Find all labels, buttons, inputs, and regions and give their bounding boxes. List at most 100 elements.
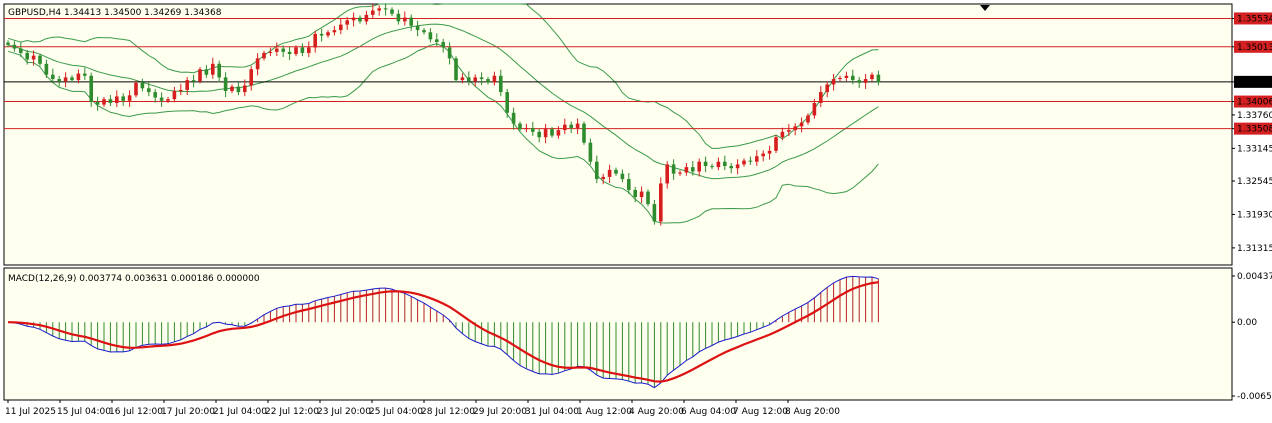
price-tick-label-7: 1.32545 bbox=[1237, 177, 1272, 187]
time-tick-label-15: 8 Aug 20:00 bbox=[785, 407, 840, 417]
candle-body-41 bbox=[268, 51, 273, 53]
candle-body-64 bbox=[415, 25, 420, 31]
candle-body-13 bbox=[89, 75, 93, 102]
time-tick-label-6: 23 Jul 20:00 bbox=[317, 407, 371, 417]
candle-body-26 bbox=[172, 91, 177, 100]
candle-body-0 bbox=[6, 42, 10, 45]
candle-body-110 bbox=[710, 166, 714, 168]
candle-body-74 bbox=[479, 77, 484, 80]
candle-body-8 bbox=[57, 79, 61, 82]
candle-body-22 bbox=[147, 88, 151, 93]
price-tick-label-1: 1.35013 bbox=[1237, 43, 1272, 53]
candle-body-95 bbox=[614, 169, 618, 174]
macd-header: MACD(12,26,9) 0.003774 0.003631 0.000186… bbox=[8, 274, 260, 284]
candle-body-91 bbox=[588, 142, 593, 162]
candle-body-28 bbox=[185, 80, 189, 90]
price-tick-label-4: 1.33760 bbox=[1237, 111, 1272, 121]
candle-body-133 bbox=[857, 80, 861, 83]
candle-body-90 bbox=[582, 123, 586, 143]
candle-body-32 bbox=[211, 63, 215, 75]
candle-body-35 bbox=[230, 86, 234, 91]
candle-body-34 bbox=[223, 77, 228, 91]
macd-tick-label-2: -0.00655 bbox=[1237, 392, 1272, 402]
macd-tick-label-1: 0.00 bbox=[1237, 318, 1257, 328]
candle-body-39 bbox=[255, 58, 260, 70]
candle-body-126 bbox=[812, 102, 817, 116]
candle-body-12 bbox=[83, 73, 87, 76]
candle-body-6 bbox=[44, 63, 49, 75]
price-tick-label-6: 1.33145 bbox=[1237, 144, 1272, 154]
price-panel bbox=[3, 3, 1233, 266]
candle-body-97 bbox=[627, 179, 631, 190]
candle-body-52 bbox=[339, 24, 343, 31]
candle-body-31 bbox=[204, 69, 209, 75]
time-tick-label-5: 22 Jul 12:00 bbox=[265, 407, 319, 417]
candle-body-71 bbox=[460, 77, 465, 81]
time-tick-label-3: 17 Jul 20:00 bbox=[161, 407, 215, 417]
candle-body-46 bbox=[300, 47, 305, 53]
candle-body-37 bbox=[243, 85, 247, 93]
candle-body-92 bbox=[595, 161, 599, 180]
candle-body-2 bbox=[19, 48, 23, 53]
candle-body-19 bbox=[127, 95, 132, 101]
candle-body-127 bbox=[819, 92, 823, 103]
candle-body-44 bbox=[287, 51, 292, 55]
candle-body-118 bbox=[761, 153, 765, 157]
time-tick-label-4: 21 Jul 04:00 bbox=[213, 407, 267, 417]
candle-body-40 bbox=[262, 52, 266, 59]
candle-body-129 bbox=[831, 79, 836, 85]
candle-body-24 bbox=[159, 97, 164, 101]
candle-body-62 bbox=[403, 17, 407, 22]
time-tick-label-14: 7 Aug 12:00 bbox=[733, 407, 788, 417]
macd-tick-label-0: 0.004373 bbox=[1237, 272, 1272, 282]
candle-body-38 bbox=[249, 69, 253, 86]
candle-body-45 bbox=[294, 47, 298, 55]
candle-body-4 bbox=[31, 55, 36, 60]
candle-body-103 bbox=[665, 164, 669, 184]
candle-body-89 bbox=[575, 123, 580, 128]
candle-body-80 bbox=[518, 123, 522, 130]
candle-body-117 bbox=[755, 156, 759, 162]
candle-body-16 bbox=[108, 99, 113, 103]
candle-body-61 bbox=[396, 13, 401, 22]
candle-body-135 bbox=[870, 74, 874, 80]
time-tick-label-9: 29 Jul 20:00 bbox=[473, 407, 527, 417]
macd-panel bbox=[3, 267, 1233, 401]
candle-body-130 bbox=[838, 77, 842, 80]
candle-body-68 bbox=[441, 42, 445, 48]
candle-body-67 bbox=[435, 39, 439, 43]
time-tick-label-12: 4 Aug 20:00 bbox=[629, 407, 684, 417]
candle-body-122 bbox=[787, 130, 791, 132]
candle-body-23 bbox=[153, 92, 157, 98]
candle-body-81 bbox=[524, 127, 529, 130]
candle-body-69 bbox=[447, 47, 452, 59]
candle-body-106 bbox=[684, 167, 689, 173]
candle-body-101 bbox=[652, 204, 657, 222]
candle-body-10 bbox=[70, 77, 74, 81]
candle-body-83 bbox=[537, 131, 541, 138]
candle-body-124 bbox=[799, 122, 804, 127]
candle-body-87 bbox=[563, 124, 567, 131]
candle-body-5 bbox=[38, 55, 42, 64]
candle-body-79 bbox=[511, 112, 516, 124]
candle-body-70 bbox=[454, 58, 458, 81]
candle-body-47 bbox=[307, 47, 311, 53]
candle-body-104 bbox=[671, 164, 676, 174]
candle-body-88 bbox=[569, 124, 573, 128]
candle-body-72 bbox=[467, 77, 471, 82]
price-tick-label-3: 1.34006 bbox=[1237, 98, 1272, 108]
time-tick-label-10: 31 Jul 04:00 bbox=[525, 407, 579, 417]
candle-body-51 bbox=[332, 30, 337, 33]
candle-body-105 bbox=[678, 172, 682, 174]
candle-body-20 bbox=[134, 82, 138, 96]
candle-body-125 bbox=[806, 115, 810, 123]
candle-body-73 bbox=[473, 77, 477, 82]
candle-body-66 bbox=[428, 32, 433, 40]
candle-body-99 bbox=[639, 191, 644, 198]
candle-body-82 bbox=[531, 127, 535, 132]
candle-body-14 bbox=[95, 101, 100, 105]
candle-body-55 bbox=[358, 17, 362, 22]
candle-body-120 bbox=[774, 137, 778, 151]
candle-body-136 bbox=[876, 74, 881, 83]
price-tick-label-5: 1.33508 bbox=[1237, 125, 1272, 135]
